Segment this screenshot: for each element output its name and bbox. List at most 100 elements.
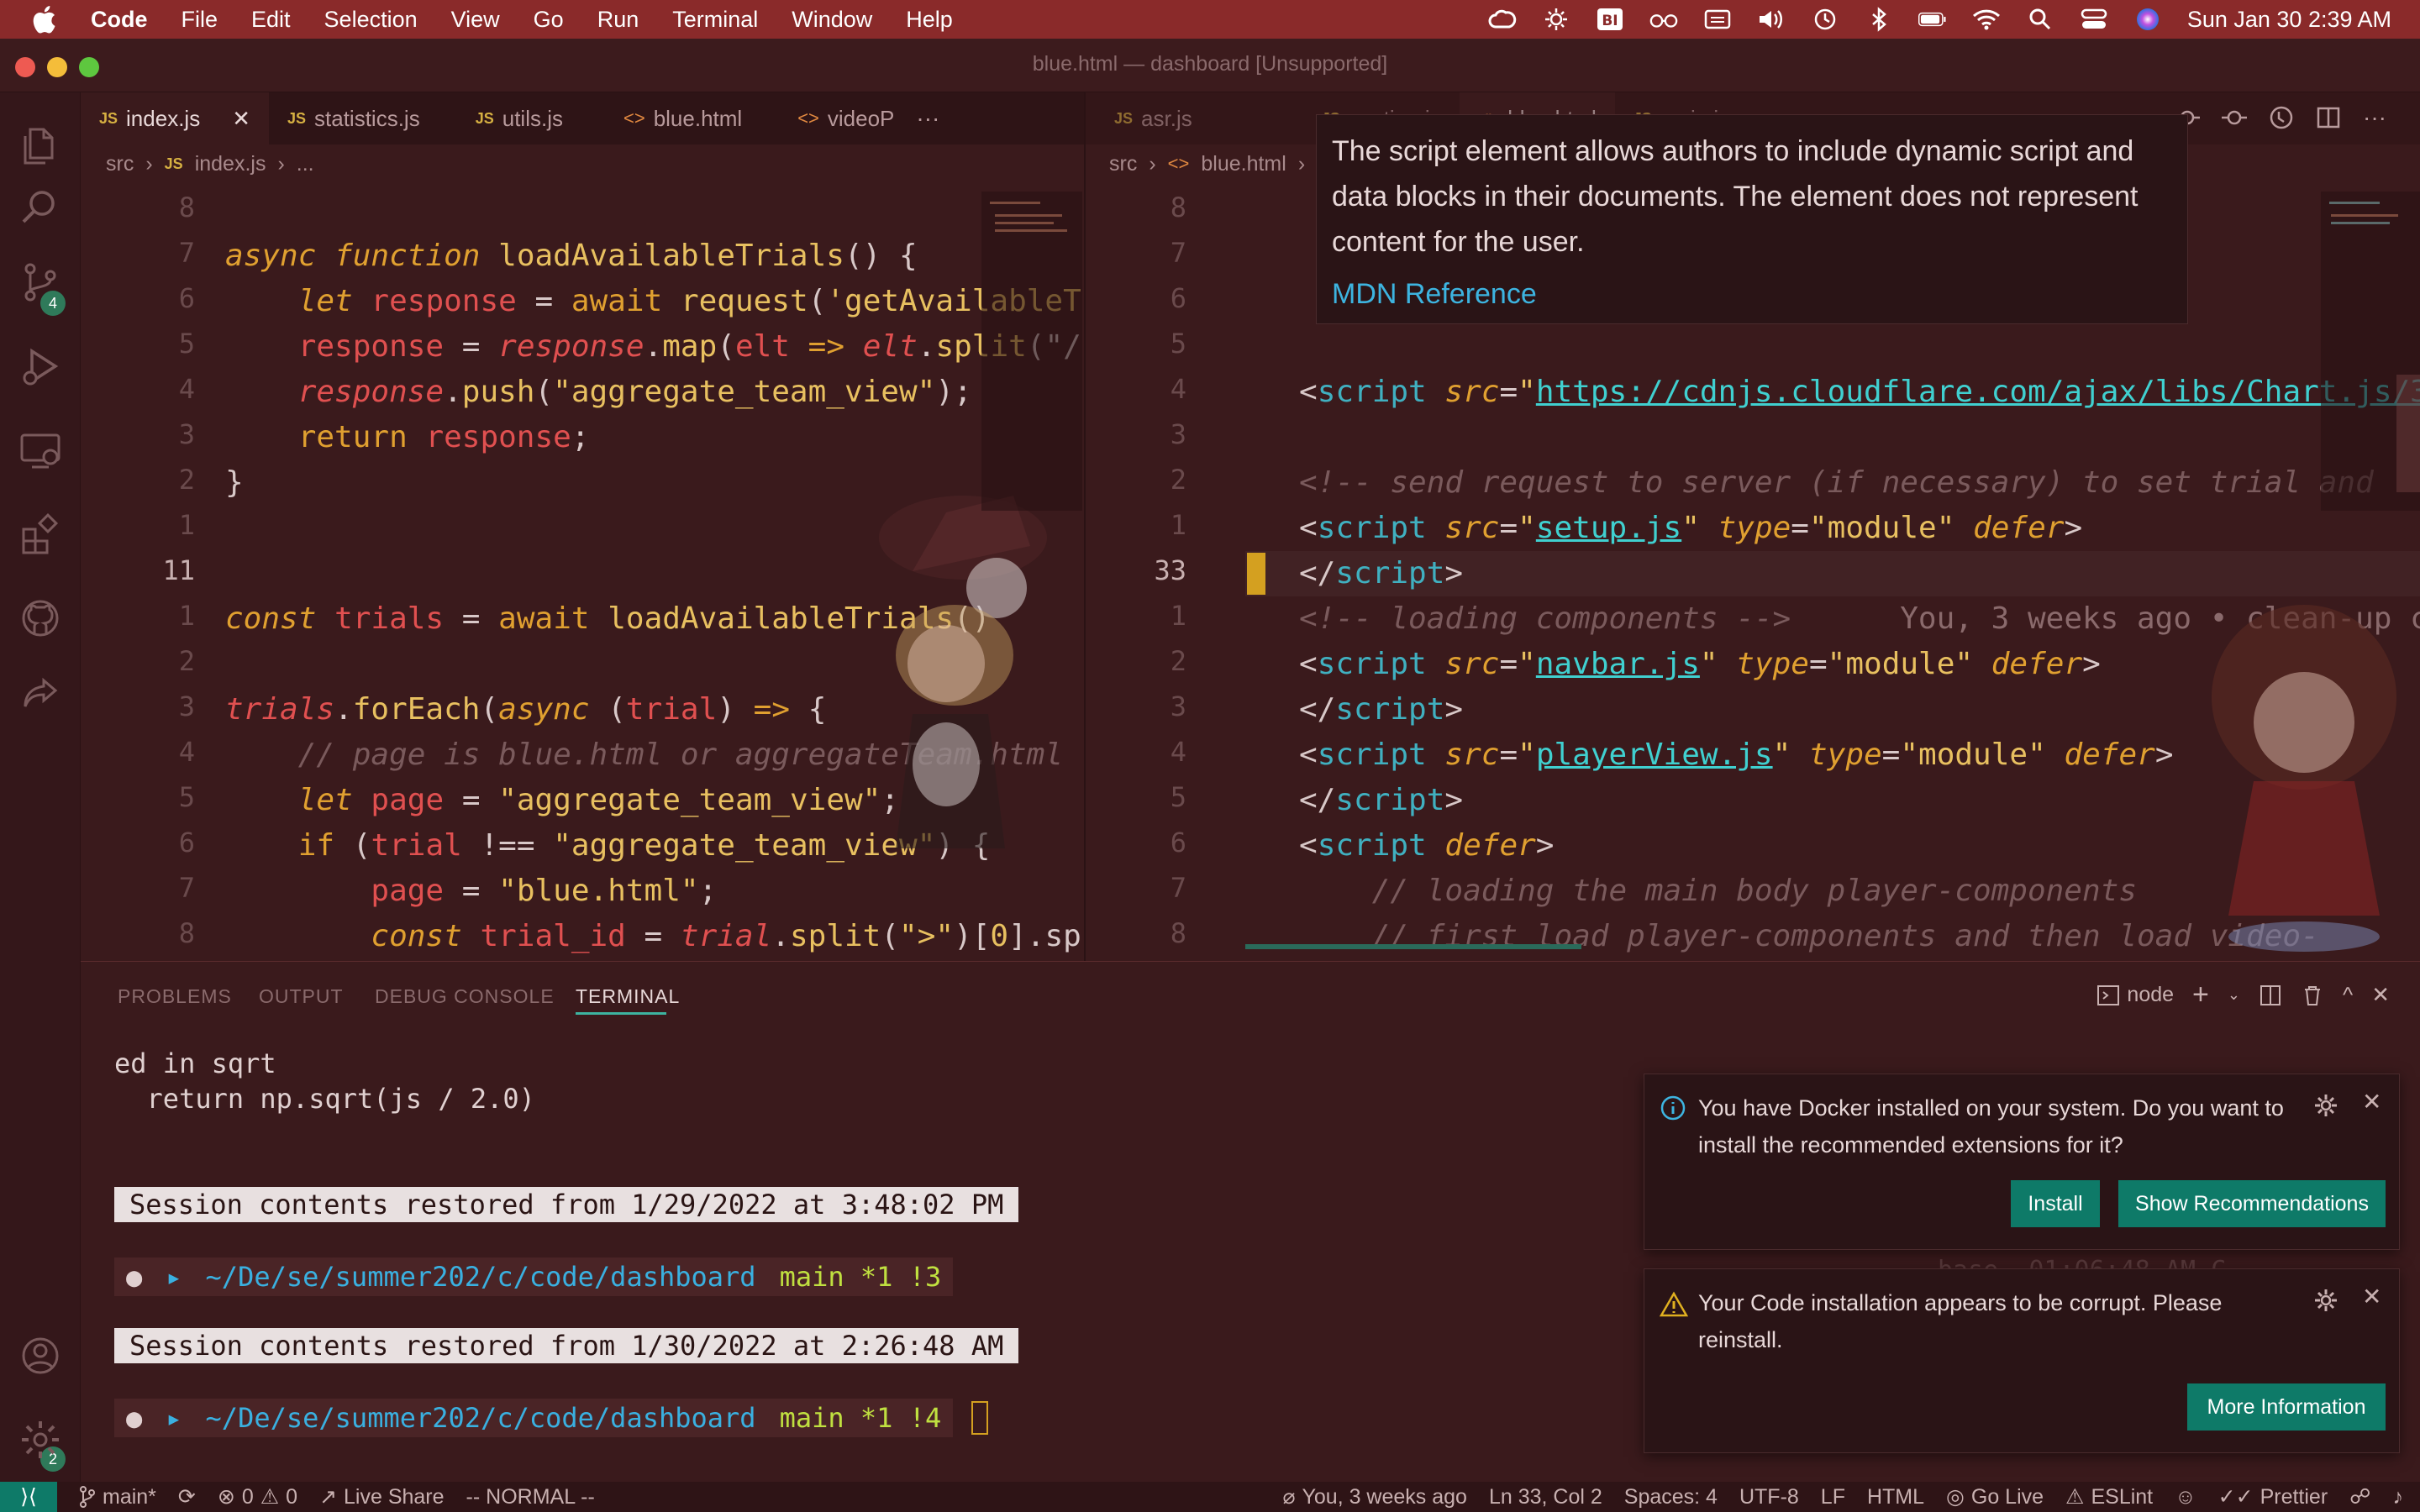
more-actions-icon[interactable]: ···	[2363, 104, 2386, 131]
git-blame-status[interactable]: ⌀ You, 3 weeks ago	[1282, 1484, 1467, 1509]
split-editor-icon[interactable]	[2316, 105, 2341, 130]
more-tabs-icon[interactable]: ···	[916, 105, 939, 132]
menu-go[interactable]: Go	[534, 7, 564, 33]
volume-icon[interactable]	[1757, 7, 1786, 32]
notifications-bell-icon[interactable]: ♪	[2393, 1485, 2404, 1509]
kill-terminal-icon[interactable]	[2301, 984, 2324, 1007]
close-icon[interactable]: ✕	[2362, 1088, 2381, 1116]
prettier-label: Prettier	[2260, 1484, 2328, 1509]
tab-videop[interactable]: <> videoP	[779, 92, 913, 144]
go-live-button[interactable]: ◎ Go Live	[1946, 1484, 2044, 1509]
siri-icon[interactable]	[2133, 7, 2162, 32]
close-tab-icon[interactable]: ✕	[232, 106, 250, 132]
control-center-icon[interactable]	[2080, 7, 2108, 32]
breadcrumb-symbol[interactable]: ...	[297, 152, 314, 176]
prompt-git: main *1 !3	[767, 1257, 954, 1296]
mdn-reference-link[interactable]: MDN Reference	[1332, 271, 2172, 317]
feedback-icon[interactable]: ☍	[2349, 1484, 2370, 1509]
explorer-icon[interactable]	[18, 124, 62, 168]
sync-icon[interactable]: ⟳	[178, 1484, 196, 1509]
keyboard-icon[interactable]	[1703, 7, 1732, 32]
timeline-icon[interactable]	[2269, 105, 2294, 130]
wifi-icon[interactable]	[1972, 7, 2001, 32]
split-terminal-icon[interactable]	[2259, 984, 2282, 1007]
brightness-icon[interactable]	[1542, 7, 1570, 32]
left-minimap[interactable]	[981, 192, 1082, 511]
battery-icon[interactable]	[1918, 7, 1947, 32]
gear-icon[interactable]	[2313, 1288, 2338, 1313]
run-debug-icon[interactable]	[18, 344, 62, 388]
accounts-icon[interactable]	[18, 1334, 62, 1378]
settings-gear-icon[interactable]	[18, 1418, 62, 1462]
problems-indicator[interactable]: ⊗ 0 ⚠ 0	[218, 1484, 297, 1509]
menu-file[interactable]: File	[182, 7, 218, 33]
line-number: 4	[1170, 736, 1186, 768]
gear-icon[interactable]	[2313, 1093, 2338, 1118]
breadcrumb-file[interactable]: index.js	[195, 152, 266, 176]
menu-view[interactable]: View	[451, 7, 500, 33]
remote-explorer-icon[interactable]	[18, 428, 62, 472]
tab-asr-js[interactable]: JS asr.js	[1086, 92, 1211, 144]
breadcrumb-src[interactable]: src	[1109, 152, 1137, 176]
indentation[interactable]: Spaces: 4	[1624, 1485, 1718, 1509]
time-machine-icon[interactable]	[1811, 7, 1839, 32]
menu-window[interactable]: Window	[792, 7, 872, 33]
copilot-icon[interactable]: ☺	[2175, 1485, 2196, 1509]
eslint-status[interactable]: ⚠ ESLint	[2065, 1484, 2153, 1509]
mascot-decoration	[2212, 605, 2396, 952]
next-change-icon[interactable]	[2222, 105, 2248, 130]
menu-selection[interactable]: Selection	[324, 7, 418, 33]
encoding[interactable]: UTF-8	[1739, 1485, 1799, 1509]
more-information-button[interactable]: More Information	[2187, 1383, 2386, 1431]
tab-blue-html[interactable]: <> blue.html	[605, 92, 760, 144]
new-terminal-icon[interactable]: +	[2192, 979, 2209, 1011]
git-branch[interactable]: main*	[79, 1485, 156, 1509]
extensions-icon[interactable]	[18, 512, 62, 556]
chevron-down-icon[interactable]: ⌄	[2228, 986, 2240, 1004]
install-button[interactable]: Install	[2011, 1180, 2100, 1227]
tab-index-js[interactable]: JS index.js ✕	[81, 92, 269, 144]
breadcrumb-file[interactable]: blue.html	[1201, 152, 1286, 176]
tab-statistics-js[interactable]: JS statistics.js	[269, 92, 439, 144]
spotlight-search-icon[interactable]	[2026, 7, 2054, 32]
tab-output[interactable]: OUTPUT	[259, 985, 344, 1008]
live-share-icon[interactable]	[18, 672, 62, 716]
close-icon[interactable]: ✕	[2362, 1283, 2381, 1310]
language-mode[interactable]: HTML	[1867, 1485, 1924, 1509]
tab-problems[interactable]: PROBLEMS	[118, 985, 232, 1008]
menu-run[interactable]: Run	[597, 7, 639, 33]
tab-terminal[interactable]: TERMINAL	[576, 985, 680, 1008]
cursor-position[interactable]: Ln 33, Col 2	[1489, 1485, 1602, 1509]
breadcrumb-src[interactable]: src	[106, 152, 134, 176]
search-icon[interactable]	[18, 185, 62, 228]
line-number: 1	[178, 600, 195, 632]
end-of-line[interactable]: LF	[1821, 1485, 1845, 1509]
bi-icon[interactable]: BI	[1596, 7, 1624, 32]
horizontal-scroll-indicator[interactable]	[1245, 944, 1581, 949]
bluetooth-icon[interactable]	[1865, 7, 1893, 32]
menubar-clock[interactable]: Sun Jan 30 2:39 AM	[2187, 7, 2391, 33]
glasses-icon[interactable]	[1649, 7, 1678, 32]
warning-count: 0	[286, 1484, 298, 1509]
github-icon[interactable]	[18, 596, 62, 640]
svg-text:BI: BI	[1602, 13, 1618, 29]
line-number: 2	[1170, 464, 1186, 496]
apple-icon[interactable]	[29, 3, 62, 36]
remote-indicator-icon[interactable]: ⟩⟨	[0, 1482, 57, 1512]
terminal-selector[interactable]: node	[2096, 983, 2174, 1007]
show-recommendations-button[interactable]: Show Recommendations	[2118, 1180, 2386, 1227]
close-panel-icon[interactable]: ✕	[2371, 982, 2390, 1008]
terminal-cursor[interactable]	[971, 1401, 989, 1435]
app-menu-code[interactable]: Code	[91, 7, 148, 33]
tab-utils-js[interactable]: JS utils.js	[457, 92, 581, 144]
creative-cloud-icon[interactable]	[1488, 7, 1517, 32]
tab-debug-console[interactable]: DEBUG CONSOLE	[375, 985, 555, 1008]
line-number: 5	[1170, 781, 1186, 813]
menu-terminal[interactable]: Terminal	[672, 7, 758, 33]
scrollbar-thumb[interactable]	[2396, 375, 2420, 492]
maximize-panel-icon[interactable]: ^	[2343, 982, 2353, 1008]
prettier-status[interactable]: ✓✓ Prettier	[2218, 1484, 2328, 1509]
menu-edit[interactable]: Edit	[251, 7, 291, 33]
menu-help[interactable]: Help	[906, 7, 953, 33]
live-share-button[interactable]: ↗ Live Share	[319, 1484, 444, 1509]
